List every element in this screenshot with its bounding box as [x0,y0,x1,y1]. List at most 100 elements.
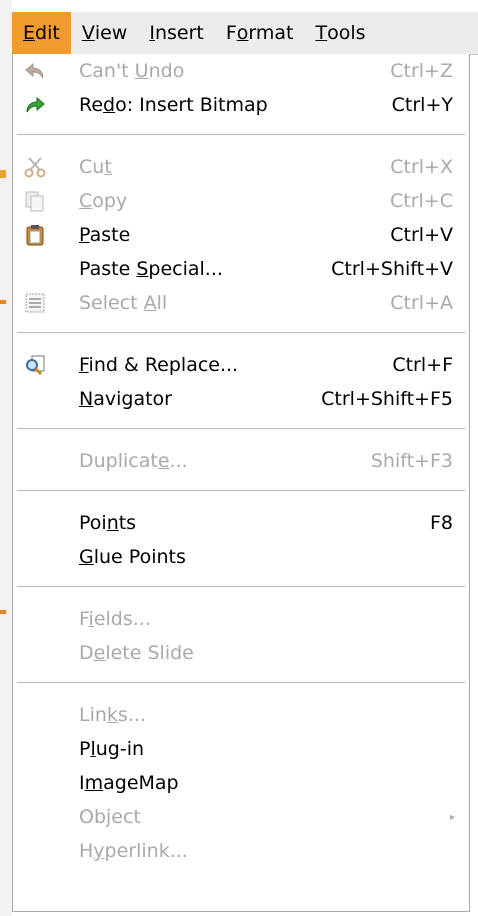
shortcut-label: F8 [429,512,453,534]
label-text: ... [169,450,188,472]
menu-item-paste[interactable]: Paste Ctrl+V [13,218,469,252]
mnemonic: y [93,840,105,862]
shortcut-label: Ctrl+X [390,156,453,178]
mnemonic: t [104,156,112,178]
label-text: Ob [79,806,107,828]
menubar: Edit View Insert Fo rmat Tools [12,12,478,55]
label-text: ug-in [95,738,145,760]
menu-item-find-replace[interactable]: Find & Replace... Ctrl+F [13,348,469,382]
shortcut-label: Shift+F3 [370,450,453,472]
menu-separator [17,586,465,588]
label-text: o: Insert Bitmap [115,94,268,116]
label-text: Select [79,292,144,314]
paste-icon [23,223,47,247]
mnemonic: C [79,190,93,212]
menu-item-links: Links... [13,698,469,732]
menu-item-can-t-undo: Can't Undo Ctrl+Z [13,54,469,88]
undo-icon [23,59,47,83]
shortcut-label: Ctrl+Shift+V [331,258,453,280]
label-text: ll [156,292,168,314]
label-text: Poi [79,512,107,534]
menu-item-delete-slide: Delete Slide [13,636,469,670]
menu-item-glue-points[interactable]: Glue Points [13,540,469,574]
label-text: aste [89,224,131,246]
menu-item-select-all: Select All Ctrl+A [13,286,469,320]
label-text: ndo [148,60,185,82]
shortcut-label: Ctrl+Z [390,60,453,82]
menu-item-label: Paste [79,224,130,246]
menu-item-label: Glue Points [79,546,186,568]
mnemonic: n [106,512,119,534]
shortcut-label: Ctrl+V [390,224,453,246]
menu-item-label: Paste Special... [79,258,223,280]
mnemonic: P [79,224,90,246]
label-text: P [79,738,91,760]
shortcut-label: Ctrl+Shift+F5 [321,388,453,410]
menu-item-label: Hyperlink... [79,840,188,862]
menu-item-points[interactable]: Points F8 [13,506,469,540]
menu-insert[interactable]: Insert [138,12,215,54]
menu-item-label: Object [79,806,141,828]
label-text: D [79,642,94,664]
menu-item-paste-special[interactable]: Paste Special... Ctrl+Shift+V [13,252,469,286]
menu-item-object: Object ▸ [13,800,469,834]
menu-separator [17,682,465,684]
menu-tools[interactable]: Tools [305,12,377,54]
menu-item-label: Find & Replace... [79,354,238,376]
label-text: s... [117,704,146,726]
mnemonic: e [93,642,106,664]
label-text: elds... [93,608,151,630]
menu-item-label: Cut [79,156,112,178]
label-text: H [79,840,94,862]
background-mark [0,610,6,614]
menu-item-label: Navigator [79,388,172,410]
menu-item-imagemap[interactable]: ImageMap [13,766,469,800]
mnemonic: S [136,258,149,280]
mnemonic: A [143,292,157,314]
menu-view[interactable]: View [71,12,139,54]
menu-item-cut: Cut Ctrl+X [13,150,469,184]
background-mark [0,300,6,304]
menu-item-hyperlink: Hyperlink... [13,834,469,868]
mnemonic: k [106,704,118,726]
menu-format[interactable]: Fo rmat [215,12,305,54]
mnemonic: G [79,546,94,568]
label-text: Re [79,94,104,116]
menu-item-label: Duplicate... [79,450,188,472]
menu-separator [17,134,465,136]
menu-item-navigator[interactable]: Navigator Ctrl+Shift+F5 [13,382,469,416]
label-text: lue Points [93,546,186,568]
mnemonic: U [134,60,149,82]
menu-item-copy: Copy Ctrl+C [13,184,469,218]
cut-icon [23,155,47,179]
menu-item-plug-in[interactable]: Plug-in [13,732,469,766]
label-text: ageMap [103,772,179,794]
menu-item-label: Redo: Insert Bitmap [79,94,268,116]
label-text: pecial... [148,258,223,280]
shortcut-label: Ctrl+C [390,190,453,212]
background-mark [0,170,6,178]
menu-edit[interactable]: Edit [12,12,71,54]
menu-item-label: Copy [79,190,127,212]
menu-item-label: ImageMap [79,772,179,794]
label-text: lete Slide [105,642,194,664]
select-all-icon [23,291,47,315]
label-text: F [79,608,89,630]
menu-item-redo-insert-bitmap[interactable]: Redo: Insert Bitmap Ctrl+Y [13,88,469,122]
label-text: opy [92,190,128,212]
label-text: perlink... [104,840,188,862]
menu-separator [17,490,465,492]
mnemonic: e [157,450,170,472]
menu-item-label: Can't Undo [79,60,184,82]
mnemonic: m [84,772,104,794]
find-replace-icon [23,353,47,377]
mnemonic: F [79,354,89,376]
shortcut-label: Ctrl+Y [391,94,453,116]
menu-item-label: Plug-in [79,738,144,760]
copy-icon [23,189,47,213]
menu-item-fields: Fields... [13,602,469,636]
label-text: avigator [93,388,172,410]
menu-separator [17,428,465,430]
shortcut-label: Ctrl+F [392,354,453,376]
label-text: Duplicat [79,450,158,472]
